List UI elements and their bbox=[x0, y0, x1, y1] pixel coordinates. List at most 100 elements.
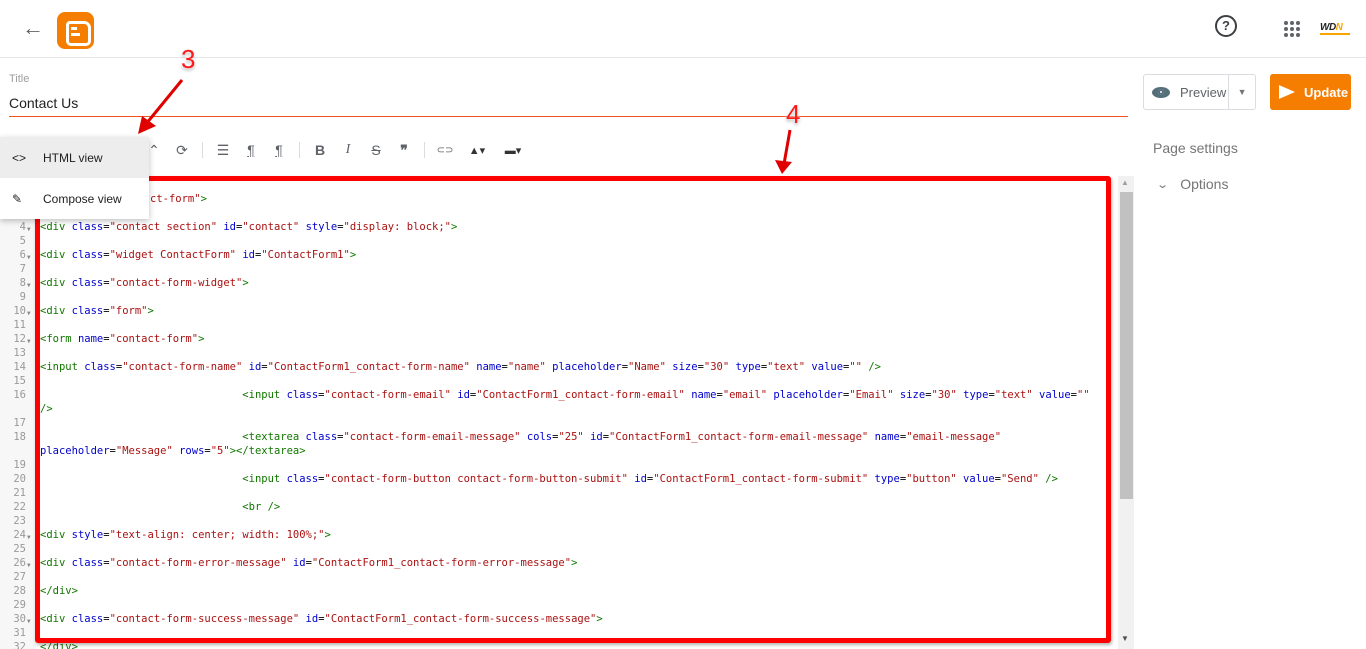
line-number: 14 bbox=[13, 361, 26, 373]
find-replace-icon[interactable]: ⟳ bbox=[168, 139, 196, 161]
code-token: class bbox=[84, 361, 116, 373]
fold-toggle-icon[interactable]: ▼ bbox=[27, 531, 31, 545]
fold-toggle-icon[interactable]: ▼ bbox=[27, 279, 31, 293]
fold-toggle-icon[interactable]: ▼ bbox=[27, 559, 31, 573]
line-number: 5 bbox=[19, 235, 26, 247]
code-token: id bbox=[248, 361, 262, 373]
code-token: id bbox=[223, 221, 237, 233]
image-icon[interactable]: ▲▾ bbox=[459, 139, 495, 161]
code-token: "contact" bbox=[242, 221, 300, 233]
code-token: /> bbox=[40, 403, 53, 415]
menu-item-html-view[interactable]: <> HTML view bbox=[0, 137, 149, 178]
code-token: ct-form" bbox=[150, 193, 201, 205]
toolbar-divider bbox=[424, 142, 425, 158]
code-token: "ContactForm1_contact-form-success-messa… bbox=[324, 613, 597, 625]
code-token: value bbox=[963, 473, 995, 485]
line-number: 25 bbox=[13, 543, 26, 555]
code-text: </div> bbox=[40, 584, 78, 598]
options-toggle[interactable]: ⌄ Options bbox=[1156, 176, 1229, 192]
code-token: type bbox=[963, 389, 989, 401]
code-token: "email" bbox=[722, 389, 768, 401]
code-token: "contact-form-name" bbox=[122, 361, 243, 373]
code-token: "display: block;" bbox=[343, 221, 451, 233]
code-token: > bbox=[596, 613, 603, 625]
arrow-left-icon[interactable]: ← bbox=[22, 17, 44, 39]
line-number: 23 bbox=[13, 515, 26, 527]
scrollbar-thumb[interactable] bbox=[1120, 192, 1133, 499]
link-icon[interactable]: ⊂⊃ bbox=[431, 139, 459, 161]
code-token: "contact-form-error-message" bbox=[109, 557, 287, 569]
line-number: 17 bbox=[13, 417, 26, 429]
fold-toggle-icon[interactable]: ▼ bbox=[27, 251, 31, 265]
code-token: "ContactForm1_contact-form-submit" bbox=[653, 473, 869, 485]
preview-button[interactable]: Preview bbox=[1144, 75, 1230, 109]
code-token: </div> bbox=[40, 585, 78, 597]
html-code-editor[interactable]: ct-form"> 4 ▼ <div class="contact section" … bbox=[0, 176, 1134, 649]
code-text: <input class="contact-form-button contac… bbox=[40, 472, 1058, 486]
scroll-down-arrow-icon[interactable]: ▼ bbox=[1121, 634, 1129, 643]
question-circle-icon[interactable]: ? bbox=[1215, 15, 1237, 37]
line-number: 24 bbox=[13, 529, 26, 541]
account-avatar[interactable]: WDN bbox=[1320, 22, 1351, 35]
code-token: > bbox=[200, 193, 207, 205]
strikethrough-icon[interactable]: S bbox=[362, 139, 390, 161]
code-token: </div> bbox=[40, 641, 78, 649]
menu-item-compose-view[interactable]: ✎ Compose view bbox=[0, 178, 149, 219]
code-token: id bbox=[305, 613, 319, 625]
code-token: <input bbox=[242, 473, 281, 485]
line-number: 16 bbox=[13, 389, 26, 401]
menu-item-label: HTML view bbox=[43, 150, 103, 165]
code-text: <div class="widget ContactForm" id="Cont… bbox=[40, 248, 356, 262]
options-label: Options bbox=[1180, 176, 1229, 192]
annotation-arrow-3 bbox=[138, 79, 184, 134]
code-token: "contact-form-email" bbox=[324, 389, 451, 401]
code-token: <div bbox=[40, 529, 66, 541]
code-token: name bbox=[691, 389, 717, 401]
code-token: "ContactForm1_contact-form-error-message… bbox=[311, 557, 572, 569]
update-button[interactable]: Update bbox=[1270, 74, 1351, 110]
bold-icon[interactable]: B bbox=[306, 139, 334, 161]
code-token: placeholder bbox=[773, 389, 843, 401]
code-token: <div bbox=[40, 277, 66, 289]
code-token: "ContactForm1_contact-form-name" bbox=[267, 361, 470, 373]
code-token: "contact-form-button contact-form-button… bbox=[324, 473, 628, 485]
quote-icon[interactable]: ❞ bbox=[390, 139, 418, 161]
code-token: class bbox=[71, 305, 104, 317]
ltr-icon[interactable]: ¶ bbox=[237, 139, 265, 161]
line-number: 26 bbox=[13, 557, 26, 569]
code-token: "Send" bbox=[1000, 473, 1039, 485]
preview-button-group: Preview ▼ bbox=[1143, 74, 1256, 110]
line-number: 28 bbox=[13, 585, 26, 597]
code-token: class bbox=[71, 557, 104, 569]
fold-toggle-icon[interactable]: ▼ bbox=[27, 223, 31, 237]
code-token: ></textarea> bbox=[229, 445, 306, 457]
italic-icon[interactable]: I bbox=[334, 139, 362, 161]
preview-dropdown-caret-icon[interactable]: ▼ bbox=[1229, 87, 1255, 97]
blogger-logo[interactable] bbox=[57, 12, 94, 49]
fold-toggle-icon[interactable]: ▼ bbox=[27, 307, 31, 321]
code-token: id bbox=[242, 249, 255, 261]
code-text: <textarea class="contact-form-email-mess… bbox=[40, 430, 1001, 444]
apps-grid-icon[interactable] bbox=[1284, 21, 1300, 37]
code-token: > bbox=[324, 529, 331, 541]
code-token: "text" bbox=[994, 389, 1033, 401]
code-token: "Email" bbox=[849, 389, 894, 401]
fold-toggle-icon[interactable]: ▼ bbox=[27, 615, 31, 629]
fold-toggle-icon[interactable]: ▼ bbox=[27, 335, 31, 349]
code-token: type bbox=[874, 473, 900, 485]
align-icon[interactable]: ☰ bbox=[209, 139, 237, 161]
pencil-icon: ✎ bbox=[12, 191, 23, 206]
line-number: 31 bbox=[13, 627, 26, 639]
rtl-icon[interactable]: ¶ bbox=[265, 139, 293, 161]
scroll-up-arrow-icon[interactable]: ▲ bbox=[1121, 178, 1129, 187]
code-text: <div class="contact section" id="contact… bbox=[40, 220, 457, 234]
code-token: value bbox=[1039, 389, 1071, 401]
video-icon[interactable]: ▬▾ bbox=[495, 139, 531, 161]
code-token: name bbox=[874, 431, 900, 443]
code-text: <div class="contact-form-success-message… bbox=[40, 612, 603, 626]
code-token: size bbox=[672, 361, 698, 373]
line-number: 22 bbox=[13, 501, 26, 513]
code-token: /> bbox=[868, 361, 881, 373]
